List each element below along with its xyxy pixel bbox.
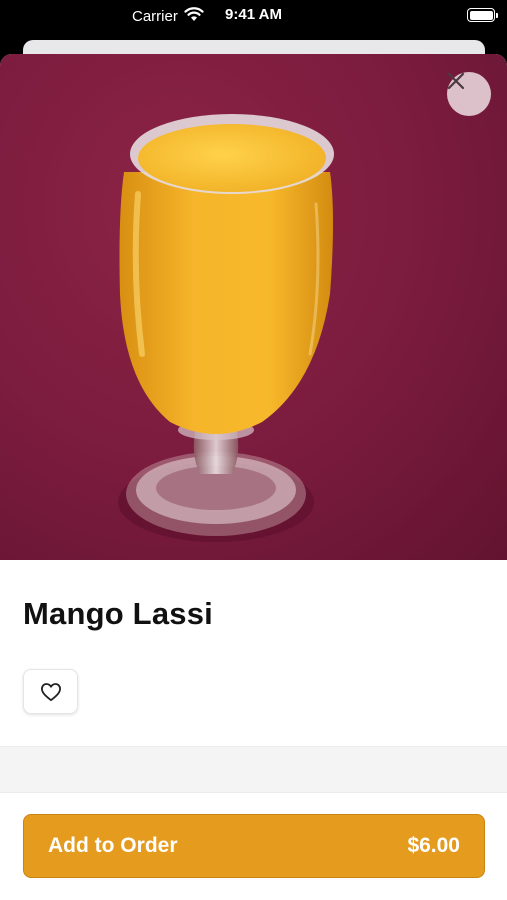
status-time: 9:41 AM [225, 6, 282, 23]
price-label: $6.00 [407, 834, 460, 857]
add-to-order-label: Add to Order [48, 834, 178, 857]
section-divider [0, 746, 507, 793]
favorite-button[interactable] [23, 669, 78, 714]
heart-icon [40, 682, 61, 701]
product-sheet: Mango Lassi Add to Order $6.00 [0, 54, 507, 900]
product-title: Mango Lassi [23, 596, 213, 631]
battery-icon [467, 8, 498, 22]
close-icon [447, 72, 465, 90]
status-bar: Carrier 9:41 AM [0, 0, 507, 34]
order-footer: Add to Order $6.00 [0, 793, 507, 900]
add-to-order-button[interactable]: Add to Order $6.00 [23, 814, 485, 878]
close-button[interactable] [447, 72, 491, 116]
product-image [0, 54, 507, 560]
